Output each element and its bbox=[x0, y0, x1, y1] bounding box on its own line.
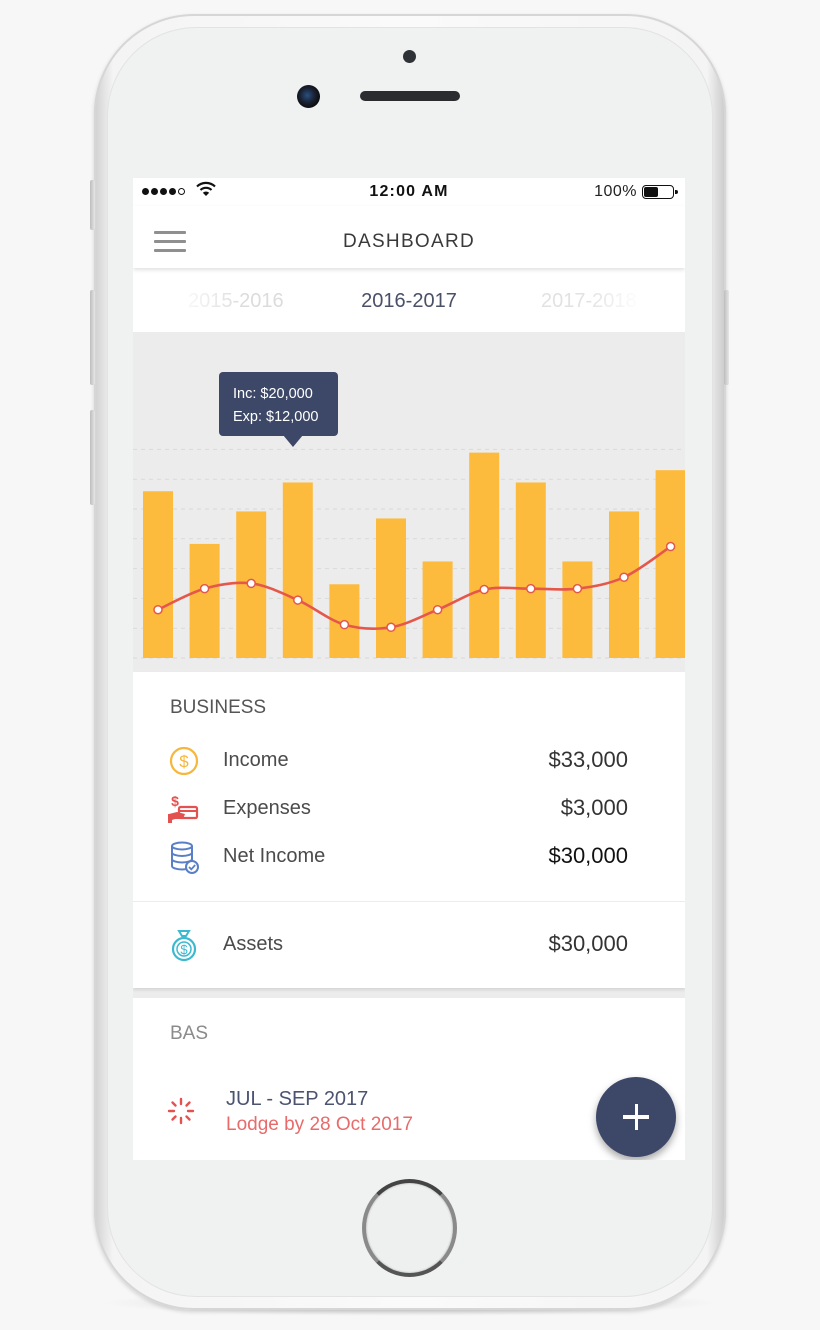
expense-point-jun[interactable] bbox=[665, 541, 676, 552]
svg-text:$: $ bbox=[179, 752, 189, 771]
expense-point-feb[interactable] bbox=[479, 584, 489, 595]
assets-value: $30,000 bbox=[548, 931, 628, 956]
battery-icon bbox=[642, 185, 678, 199]
expense-point-jan[interactable] bbox=[432, 604, 443, 615]
expense-line bbox=[157, 545, 672, 631]
expense-point-oct[interactable] bbox=[293, 595, 303, 605]
chart-tooltip: Inc: $20,000 Exp: $12,000 bbox=[219, 372, 338, 447]
expense-point-dec[interactable] bbox=[386, 622, 396, 633]
volume-up-button bbox=[90, 290, 95, 385]
app-bar: DASHBOARD bbox=[133, 206, 685, 268]
expenses-label: Expenses bbox=[223, 797, 311, 819]
net-income-label: Net Income bbox=[223, 845, 326, 867]
business-card: BUSINESS $ Income $33,000 $ Expenses $3,… bbox=[133, 672, 685, 988]
bar-jul[interactable] bbox=[143, 491, 173, 658]
bar-may[interactable] bbox=[609, 511, 639, 658]
bar-jun[interactable] bbox=[655, 470, 685, 658]
home-button[interactable] bbox=[362, 1179, 457, 1277]
pending-spinner-icon bbox=[167, 1097, 195, 1125]
expense-point-sep[interactable] bbox=[246, 578, 256, 589]
money-bag-icon: $ bbox=[171, 930, 197, 962]
volume-down-button bbox=[90, 410, 95, 505]
assets-row[interactable]: $ Assets $30,000 bbox=[133, 926, 685, 966]
expense-point-apr[interactable] bbox=[572, 583, 583, 594]
power-button bbox=[724, 290, 729, 385]
bar-feb[interactable] bbox=[469, 452, 500, 658]
bar-oct[interactable] bbox=[282, 482, 313, 658]
income-value: $33,000 bbox=[548, 747, 628, 772]
front-camera bbox=[297, 85, 320, 108]
proximity-sensor bbox=[403, 50, 416, 63]
expense-point-mar[interactable] bbox=[526, 583, 536, 594]
business-heading: BUSINESS bbox=[170, 697, 267, 718]
expenses-row[interactable]: $ Expenses $3,000 bbox=[133, 790, 685, 830]
bas-period[interactable]: JUL - SEP 2017 bbox=[226, 1088, 368, 1111]
dollar-coin-icon: $ bbox=[169, 746, 199, 776]
svg-text:$: $ bbox=[180, 942, 188, 957]
year-fade-left bbox=[133, 268, 243, 332]
income-label: Income bbox=[223, 749, 289, 771]
expenses-value: $3,000 bbox=[560, 795, 628, 820]
earpiece-speaker bbox=[360, 91, 460, 101]
screen: 12:00 AM 100% DASHBOARD 2015-2016 2016-2… bbox=[133, 178, 685, 1160]
hand-payment-icon: $ bbox=[168, 793, 199, 823]
status-bar: 12:00 AM 100% bbox=[133, 178, 685, 206]
chart-canvas: JULAUGSEPOCTNOVDECJANFEBMARAPRMAYJUN bbox=[133, 448, 685, 672]
add-button[interactable] bbox=[596, 1077, 676, 1157]
page-title: DASHBOARD bbox=[342, 231, 476, 252]
bas-due-date: Lodge by 28 Oct 2017 bbox=[226, 1114, 413, 1135]
assets-label: Assets bbox=[223, 933, 284, 955]
bas-heading: BAS bbox=[170, 1023, 209, 1044]
expense-point-aug[interactable] bbox=[199, 583, 210, 594]
expense-point-nov[interactable] bbox=[339, 619, 350, 630]
divider bbox=[133, 901, 685, 902]
income-expense-chart: JULAUGSEPOCTNOVDECJANFEBMARAPRMAYJUN Inc… bbox=[133, 332, 685, 672]
coin-stack-check-icon bbox=[171, 841, 199, 874]
income-row[interactable]: $ Income $33,000 bbox=[133, 742, 685, 782]
tooltip-expense: Exp: $12,000 bbox=[233, 409, 319, 425]
bar-dec[interactable] bbox=[376, 518, 406, 658]
expense-point-jul[interactable] bbox=[153, 604, 163, 615]
svg-text:$: $ bbox=[171, 793, 179, 809]
bar-aug[interactable] bbox=[189, 543, 220, 658]
tooltip-income: Inc: $20,000 bbox=[233, 386, 313, 402]
year-fade-right bbox=[588, 268, 685, 332]
battery-percent: 100% bbox=[594, 183, 637, 200]
expense-point-may[interactable] bbox=[619, 572, 629, 583]
bar-apr[interactable] bbox=[562, 561, 593, 658]
net-income-value: $30,000 bbox=[548, 843, 628, 868]
mute-switch bbox=[90, 180, 95, 230]
net-income-row[interactable]: Net Income $30,000 bbox=[133, 838, 685, 878]
bar-mar[interactable] bbox=[515, 482, 546, 658]
